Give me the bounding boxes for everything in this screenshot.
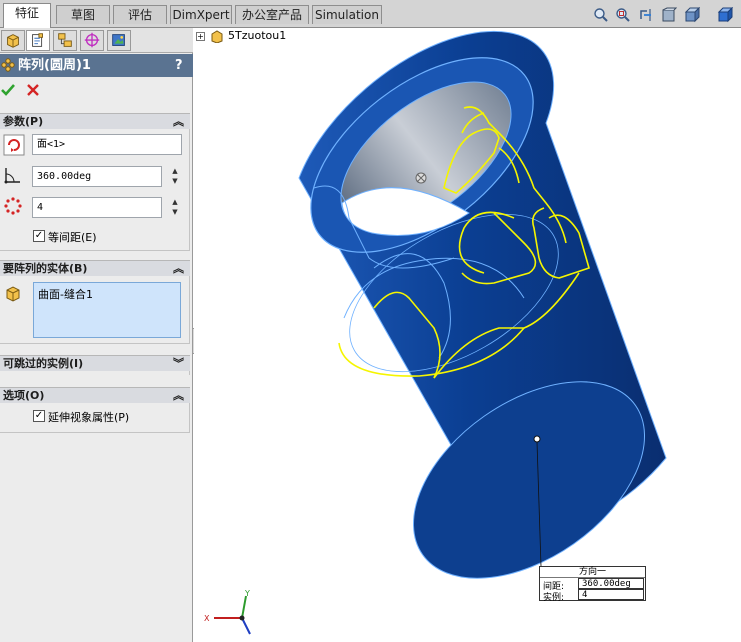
- solid-body-icon: [6, 286, 20, 302]
- tab-office-products[interactable]: 办公室产品: [235, 5, 309, 24]
- callout-instances-field[interactable]: 4: [578, 589, 644, 600]
- tab-features[interactable]: 特征: [3, 3, 51, 28]
- tab-dimxpert[interactable]: DimXpert: [170, 5, 232, 24]
- pattern-axis-icon[interactable]: [3, 134, 25, 156]
- previous-view-icon[interactable]: [638, 7, 654, 23]
- section-title-options: 选项(O): [3, 389, 45, 402]
- manager-tabs: [0, 28, 193, 53]
- dimxpert-icon[interactable]: [80, 30, 104, 51]
- rotation-cursor-icon: [415, 172, 427, 184]
- section-title-parameters: 参数(P): [3, 115, 44, 128]
- skip-instances-body: [0, 371, 190, 375]
- callout-spacing-field[interactable]: 360.00deg: [578, 578, 644, 589]
- zoom-to-fit-icon[interactable]: [593, 7, 609, 23]
- feature-manager-icon[interactable]: [1, 30, 25, 51]
- count-spinner[interactable]: ▲ ▼: [169, 197, 181, 218]
- ok-checkmark-icon[interactable]: [0, 82, 16, 98]
- propagate-visual-checkbox[interactable]: ✓: [33, 410, 45, 422]
- property-manager-panel: 阵列(圆周)1 ? 参数(P) ︽ 面<1> 360.00deg ▲ ▼ 4 ▲ ▼…: [0, 28, 199, 642]
- body-list-item[interactable]: 曲面-缝合1: [38, 286, 93, 302]
- callout-instances-label: 实例:: [543, 593, 565, 603]
- cancel-x-icon[interactable]: [25, 82, 41, 98]
- display-manager-icon[interactable]: [107, 30, 131, 51]
- section-header-parameters[interactable]: 参数(P) ︽: [0, 113, 190, 129]
- part-model-view[interactable]: [194, 28, 741, 642]
- tab-evaluate[interactable]: 评估: [113, 5, 167, 24]
- section-title-bodies: 要阵列的实体(B): [3, 262, 88, 275]
- property-manager-title-bar: 阵列(圆周)1 ?: [0, 54, 193, 77]
- instance-count-field[interactable]: 4: [32, 197, 162, 218]
- configuration-manager-icon[interactable]: [53, 30, 77, 51]
- zoom-area-icon[interactable]: [615, 7, 631, 23]
- propagate-visual-label: 延伸视象属性(P): [48, 411, 130, 424]
- triad-x-label: X: [204, 614, 210, 623]
- reference-triad: Y X: [204, 589, 251, 635]
- circular-pattern-icon: [1, 58, 15, 72]
- callout-title: 方向一: [540, 567, 645, 578]
- instance-count-icon: [4, 197, 22, 215]
- equal-spacing-checkbox[interactable]: ✓: [33, 230, 45, 242]
- property-manager-icon[interactable]: [26, 30, 50, 51]
- angle-field[interactable]: 360.00deg: [32, 166, 162, 187]
- help-icon[interactable]: ?: [175, 54, 183, 77]
- triad-y-label: Y: [244, 589, 250, 598]
- equal-spacing-label: 等间距(E): [48, 231, 97, 244]
- section-view-icon[interactable]: [661, 7, 677, 23]
- collapse-chevron-icon[interactable]: ︽: [173, 114, 184, 129]
- angle-spinner[interactable]: ▲ ▼: [169, 166, 181, 187]
- section-header-bodies[interactable]: 要阵列的实体(B) ︽: [0, 260, 190, 276]
- section-header-options[interactable]: 选项(O) ︽: [0, 387, 190, 403]
- display-style-icon[interactable]: [717, 7, 733, 23]
- view-orientation-icon[interactable]: [684, 7, 700, 23]
- options-body: ✓ 延伸视象属性(P): [0, 403, 190, 433]
- parameters-body: 面<1> 360.00deg ▲ ▼ 4 ▲ ▼ ✓ 等间距(E): [0, 129, 190, 251]
- axis-point[interactable]: [533, 435, 541, 443]
- section-title-skip-instances: 可跳过的实例(I): [3, 357, 84, 370]
- graphics-area[interactable]: + 5Tzuotou1 方向一 间距: 360.00deg 实例: 4 Y X: [194, 28, 741, 642]
- property-manager-title: 阵列(圆周)1: [18, 58, 91, 73]
- collapse-chevron-icon[interactable]: ︽: [173, 388, 184, 403]
- angle-icon: [4, 168, 20, 184]
- pattern-direction-callout[interactable]: 方向一 间距: 360.00deg 实例: 4: [539, 566, 646, 603]
- expand-chevron-icon[interactable]: ︾: [173, 356, 184, 371]
- collapse-chevron-icon[interactable]: ︽: [173, 261, 184, 276]
- bodies-list[interactable]: 曲面-缝合1: [33, 282, 181, 338]
- bodies-body: 曲面-缝合1: [0, 276, 190, 344]
- pattern-axis-field[interactable]: 面<1>: [32, 134, 182, 155]
- command-manager-tabs: 特征 草图 评估 DimXpert 办公室产品 Simulation: [0, 0, 741, 28]
- tab-simulation[interactable]: Simulation: [312, 5, 382, 24]
- tab-sketch[interactable]: 草图: [56, 5, 110, 24]
- section-header-skip-instances[interactable]: 可跳过的实例(I) ︾: [0, 355, 190, 371]
